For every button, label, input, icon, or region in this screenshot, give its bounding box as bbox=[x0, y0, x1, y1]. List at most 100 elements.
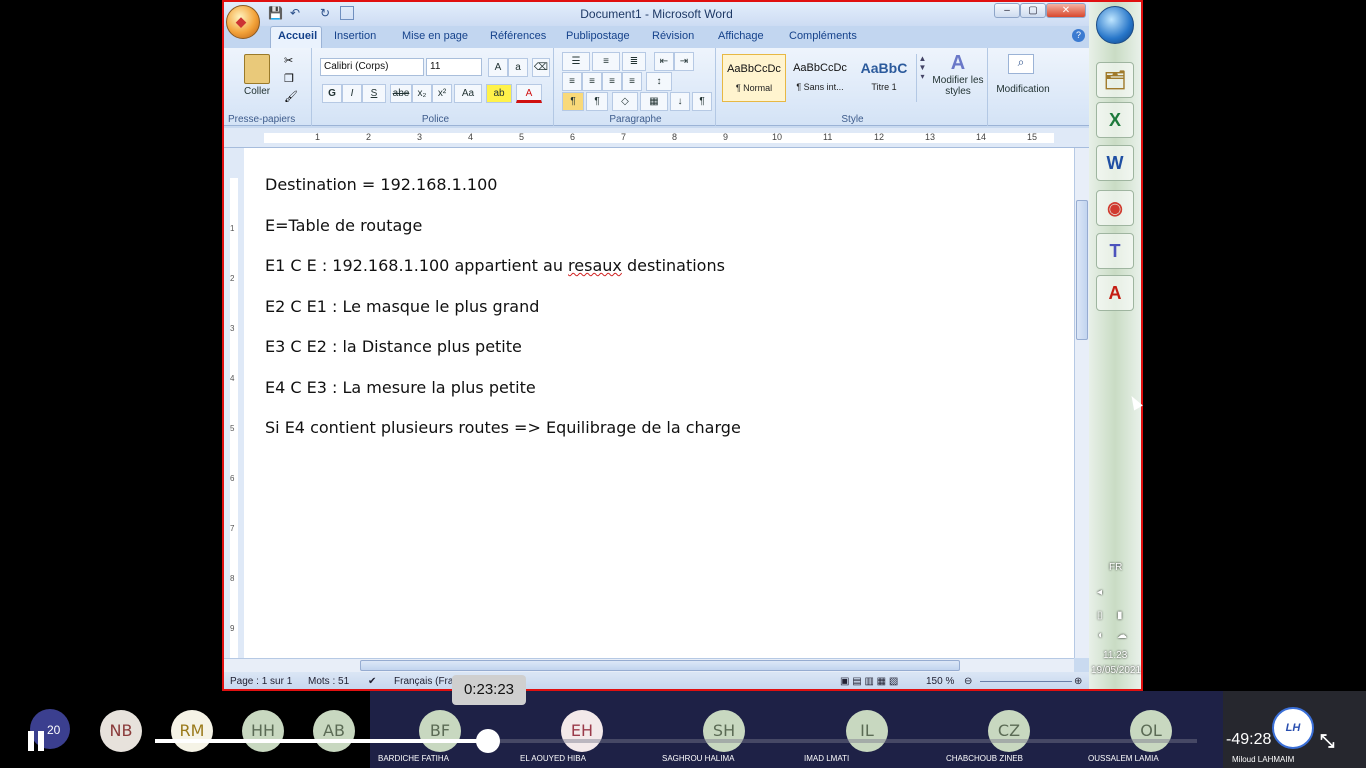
tab-references[interactable]: Références bbox=[490, 30, 546, 42]
increase-indent-icon[interactable]: ⇥ bbox=[674, 52, 694, 71]
volume-icon[interactable]: ◖ bbox=[1097, 630, 1103, 641]
undo-icon[interactable]: ↶ bbox=[288, 6, 302, 20]
chrome-icon[interactable]: ◉ bbox=[1096, 190, 1134, 226]
exit-fullscreen-icon[interactable]: ⤡ bbox=[1320, 731, 1340, 751]
avatar[interactable]: AB bbox=[313, 710, 355, 752]
spelling-error[interactable]: resaux bbox=[568, 256, 622, 275]
document-line[interactable]: E=Table de routage bbox=[265, 216, 422, 235]
paste-button[interactable]: Coller bbox=[244, 86, 270, 97]
battery-icon[interactable]: ▯ bbox=[1097, 610, 1103, 621]
tray-arrow-icon[interactable]: ◂ bbox=[1097, 587, 1102, 598]
document-line[interactable]: E2 C E1 : Le masque le plus grand bbox=[265, 297, 539, 316]
style-scroll-icon[interactable]: ▲ ▼ ▾ bbox=[916, 54, 928, 102]
rtl-icon[interactable]: ¶ bbox=[586, 92, 608, 111]
clear-format-button[interactable]: ⌫ bbox=[532, 58, 550, 77]
shading-icon[interactable]: ◇ bbox=[612, 92, 638, 111]
justify-icon[interactable]: ≡ bbox=[622, 72, 642, 91]
avatar[interactable]: CZ bbox=[988, 710, 1030, 752]
highlight-icon[interactable]: ab bbox=[486, 84, 512, 103]
shrink-font-button[interactable]: a bbox=[508, 58, 528, 77]
format-painter-icon[interactable]: 🖌 bbox=[284, 90, 298, 103]
subscript-button[interactable]: x₂ bbox=[412, 84, 432, 103]
vertical-scroll-thumb[interactable] bbox=[1076, 200, 1088, 340]
file-explorer-icon[interactable]: 🗂 bbox=[1096, 62, 1134, 98]
strike-button[interactable]: abe bbox=[390, 84, 412, 103]
cloud-icon[interactable]: ☁ bbox=[1117, 630, 1127, 641]
borders-icon[interactable]: ▦ bbox=[640, 92, 668, 111]
vertical-scrollbar[interactable] bbox=[1074, 148, 1089, 658]
clock-date[interactable]: 19/05/2021 bbox=[1091, 665, 1141, 676]
modification-button[interactable]: Modification bbox=[992, 84, 1054, 95]
numbering-icon[interactable]: ≡ bbox=[592, 52, 620, 71]
bold-button[interactable]: G bbox=[322, 84, 342, 103]
view-buttons-icon[interactable]: ▣ ▤ ▥ ▦ ▧ bbox=[840, 676, 898, 687]
underline-button[interactable]: S bbox=[362, 84, 386, 103]
style-no-spacing[interactable]: AaBbCcDc ¶ Sans int... bbox=[788, 54, 852, 102]
style-title1[interactable]: AaBbC Titre 1 bbox=[852, 54, 916, 102]
document-line[interactable]: Destination = 192.168.1.100 bbox=[265, 175, 497, 194]
avatar[interactable]: HH bbox=[242, 710, 284, 752]
excel-icon[interactable]: X bbox=[1096, 102, 1134, 138]
cut-icon[interactable]: ✂ bbox=[284, 54, 293, 67]
word-count[interactable]: Mots : 51 bbox=[308, 676, 349, 687]
proofing-icon[interactable]: ✔ bbox=[368, 676, 376, 687]
page-count[interactable]: Page : 1 sur 1 bbox=[230, 676, 292, 687]
avatar[interactable]: EH bbox=[561, 710, 603, 752]
horizontal-scroll-thumb[interactable] bbox=[360, 660, 960, 671]
print-preview-icon[interactable] bbox=[340, 6, 354, 20]
align-center-icon[interactable]: ≡ bbox=[582, 72, 602, 91]
line-spacing-icon[interactable]: ↕ bbox=[646, 72, 672, 91]
horizontal-scrollbar[interactable] bbox=[224, 658, 1074, 672]
multilevel-list-icon[interactable]: ≣ bbox=[622, 52, 646, 71]
avatar[interactable]: BF bbox=[419, 710, 461, 752]
align-right-icon[interactable]: ≡ bbox=[602, 72, 622, 91]
ltr-icon[interactable]: ¶ bbox=[562, 92, 584, 111]
help-icon[interactable]: ? bbox=[1072, 29, 1085, 42]
zoom-slider[interactable] bbox=[980, 681, 1072, 682]
network-icon[interactable]: ▮ bbox=[1117, 610, 1123, 621]
grow-font-button[interactable]: A bbox=[488, 58, 508, 77]
pause-icon[interactable] bbox=[28, 731, 46, 751]
sort-icon[interactable]: ↓ bbox=[670, 92, 690, 111]
redo-icon[interactable]: ↻ bbox=[318, 6, 332, 20]
tab-mise-en-page[interactable]: Mise en page bbox=[402, 30, 468, 42]
style-normal[interactable]: AaBbCcDc ¶ Normal bbox=[722, 54, 786, 102]
word-icon[interactable]: W bbox=[1096, 145, 1134, 181]
font-name-select[interactable]: Calibri (Corps) bbox=[320, 58, 424, 76]
document-line[interactable]: E3 C E2 : la Distance plus petite bbox=[265, 337, 522, 356]
clock-time[interactable]: 11:23 bbox=[1103, 650, 1127, 661]
decrease-indent-icon[interactable]: ⇤ bbox=[654, 52, 674, 71]
tab-insertion[interactable]: Insertion bbox=[334, 30, 376, 42]
language-indicator-taskbar[interactable]: FR bbox=[1109, 562, 1122, 573]
save-icon[interactable]: 💾 bbox=[268, 6, 283, 20]
tab-revision[interactable]: Révision bbox=[652, 30, 694, 42]
zoom-out-icon[interactable]: ⊖ bbox=[964, 676, 972, 687]
document-line[interactable]: Si E4 contient plusieurs routes => Equil… bbox=[265, 418, 741, 437]
binoculars-icon[interactable]: ⌕ bbox=[1008, 54, 1034, 74]
change-case-button[interactable]: Aa bbox=[454, 84, 482, 103]
maximize-button[interactable]: ▢ bbox=[1020, 3, 1046, 18]
close-button[interactable]: ✕ bbox=[1046, 3, 1086, 18]
avatar[interactable]: RM bbox=[171, 710, 213, 752]
tab-affichage[interactable]: Affichage bbox=[718, 30, 764, 42]
show-marks-icon[interactable]: ¶ bbox=[692, 92, 712, 111]
avatar[interactable]: OL bbox=[1130, 710, 1172, 752]
modify-styles-button[interactable]: A Modifier les styles bbox=[930, 52, 986, 97]
progress-bar[interactable] bbox=[155, 739, 1197, 743]
acrobat-icon[interactable]: A bbox=[1096, 275, 1134, 311]
zoom-level[interactable]: 150 % bbox=[926, 676, 954, 687]
avatar[interactable]: NB bbox=[100, 710, 142, 752]
avatar[interactable]: IL bbox=[846, 710, 888, 752]
zoom-in-icon[interactable]: ⊕ bbox=[1074, 676, 1082, 687]
italic-button[interactable]: I bbox=[342, 84, 362, 103]
tab-complements[interactable]: Compléments bbox=[789, 30, 857, 42]
superscript-button[interactable]: x² bbox=[432, 84, 452, 103]
minimize-button[interactable]: – bbox=[994, 3, 1020, 18]
font-size-select[interactable]: 11 bbox=[426, 58, 482, 76]
font-color-icon[interactable]: A bbox=[516, 84, 542, 103]
document-line[interactable]: E1 C E : 192.168.1.100 appartient au res… bbox=[265, 256, 725, 275]
start-button[interactable] bbox=[1096, 6, 1134, 44]
teams-icon[interactable]: T bbox=[1096, 233, 1134, 269]
avatar[interactable]: SH bbox=[703, 710, 745, 752]
host-avatar[interactable]: LH bbox=[1272, 707, 1314, 749]
